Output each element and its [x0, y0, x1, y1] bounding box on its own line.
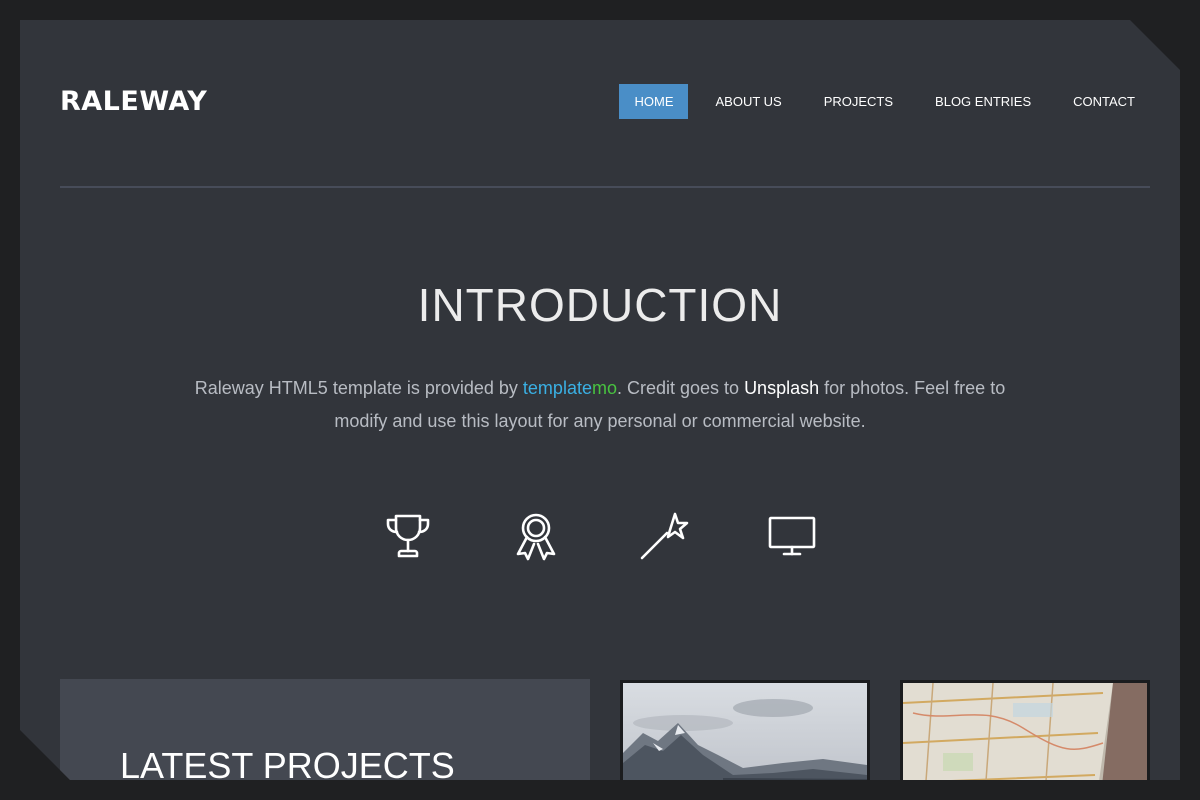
project-thumbnail-mountains[interactable] [620, 680, 870, 780]
header-divider [60, 186, 1150, 188]
intro-text: Raleway HTML5 template is provided by te… [170, 372, 1030, 438]
project-thumbnail-map[interactable] [900, 680, 1150, 780]
nav-item-about-us[interactable]: ABOUT US [700, 84, 796, 119]
templatemo-link[interactable]: templatemo [523, 378, 617, 398]
intro-text-before: Raleway HTML5 template is provided by [194, 378, 523, 398]
unsplash-link[interactable]: Unsplash [744, 378, 819, 398]
nav-item-projects[interactable]: PROJECTS [809, 84, 908, 119]
main-nav: HOME ABOUT US PROJECTS BLOG ENTRIES CONT… [607, 84, 1150, 119]
nav-item-blog-entries[interactable]: BLOG ENTRIES [920, 84, 1046, 119]
feature-icons [20, 510, 1180, 562]
page-frame: RALEWAY HOME ABOUT US PROJECTS BLOG ENTR… [20, 20, 1180, 780]
monitor-icon [766, 510, 818, 562]
latest-projects-panel: LATEST PROJECTS [60, 679, 590, 780]
intro-text-middle: . Credit goes to [616, 378, 745, 398]
intro-title: INTRODUCTION [417, 279, 783, 331]
nav-item-home[interactable]: HOME [619, 84, 689, 119]
templatemo-link-part1: template [522, 378, 592, 398]
latest-projects-title: LATEST PROJECTS [120, 745, 455, 780]
award-icon [510, 510, 562, 562]
nav-item-contact[interactable]: CONTACT [1058, 84, 1150, 119]
templatemo-link-part2: mo [591, 378, 617, 398]
site-logo[interactable]: RALEWAY [60, 86, 207, 117]
trophy-icon [382, 510, 434, 562]
magic-wand-icon [638, 510, 690, 562]
